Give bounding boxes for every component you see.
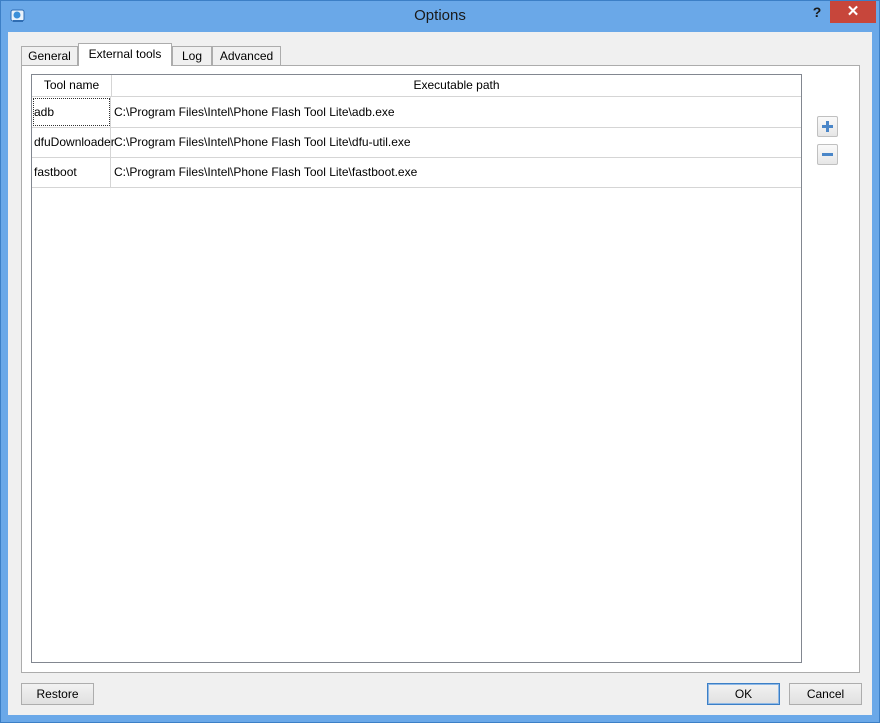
plus-icon [822, 121, 833, 132]
add-tool-button[interactable] [817, 116, 838, 137]
tool-name-cell[interactable]: fastboot [32, 157, 111, 187]
tab-log[interactable]: Log [172, 46, 212, 65]
tab-advanced[interactable]: Advanced [212, 46, 281, 65]
window-title: Options [414, 7, 466, 24]
executable-path-cell[interactable]: C:\Program Files\Intel\Phone Flash Tool … [112, 127, 801, 157]
executable-path-cell[interactable]: C:\Program Files\Intel\Phone Flash Tool … [112, 97, 801, 127]
executable-path-cell[interactable]: C:\Program Files\Intel\Phone Flash Tool … [112, 157, 801, 187]
tab-general[interactable]: General [21, 46, 78, 65]
help-button[interactable]: ? [805, 1, 829, 23]
tool-name-cell[interactable]: adb [32, 97, 111, 127]
options-dialog: Options ? ✕ General External tools Log A… [0, 0, 880, 723]
ok-button[interactable]: OK [707, 683, 780, 705]
table-header: Tool name Executable path [32, 75, 801, 97]
cancel-button[interactable]: Cancel [789, 683, 862, 705]
external-tools-table[interactable]: Tool name Executable path adb C:\Program… [31, 74, 802, 663]
column-header-tool-name[interactable]: Tool name [32, 75, 112, 96]
table-row[interactable]: fastboot C:\Program Files\Intel\Phone Fl… [32, 157, 801, 188]
table-row[interactable]: dfuDownloader C:\Program Files\Intel\Pho… [32, 127, 801, 158]
remove-tool-button[interactable] [817, 144, 838, 165]
tab-external-tools[interactable]: External tools [78, 43, 172, 66]
close-button[interactable]: ✕ [830, 1, 876, 23]
minus-icon [822, 153, 833, 156]
table-row[interactable]: adb C:\Program Files\Intel\Phone Flash T… [32, 97, 801, 128]
external-tools-panel: Tool name Executable path adb C:\Program… [21, 65, 860, 673]
title-bar[interactable]: Options ? ✕ [1, 1, 879, 32]
restore-button[interactable]: Restore [21, 683, 94, 705]
dialog-body: General External tools Log Advanced Tool… [8, 32, 872, 715]
tool-name-cell[interactable]: dfuDownloader [32, 127, 115, 157]
column-header-executable-path[interactable]: Executable path [112, 75, 801, 96]
